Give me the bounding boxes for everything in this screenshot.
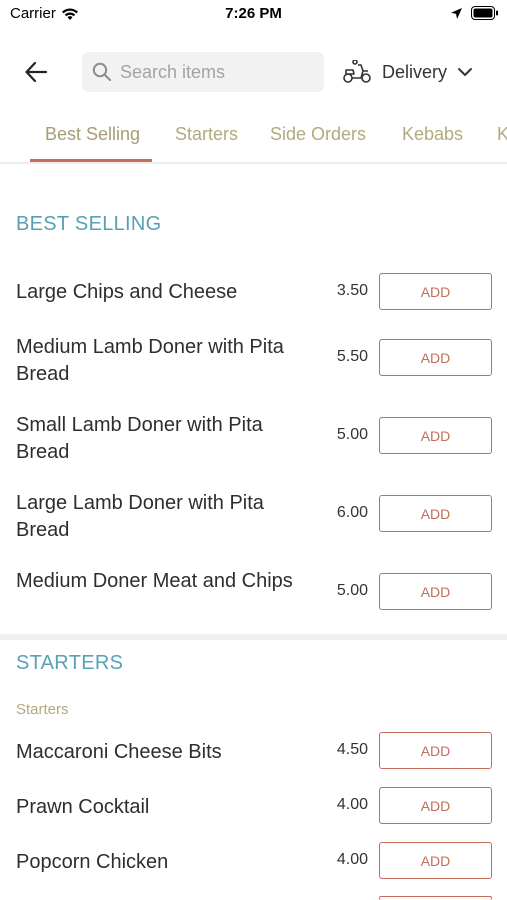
subcategory-label: Starters: [16, 701, 69, 718]
item-name: Small Lamb Doner with Pita Bread: [16, 414, 263, 463]
add-button[interactable]: ADD: [379, 495, 492, 532]
item-price: 3.50: [336, 282, 368, 299]
active-tab-indicator: [30, 159, 152, 162]
header: Delivery: [0, 50, 507, 94]
status-bar: Carrier 7:26 PM: [0, 0, 507, 28]
tab-best-selling[interactable]: Best Selling: [45, 124, 140, 145]
add-button[interactable]: ADD: [379, 573, 492, 610]
location-arrow-icon: [451, 7, 462, 19]
item-price: 4.50: [336, 741, 368, 758]
battery-icon: [471, 6, 498, 20]
item-name: Medium Doner Meat and Chips: [16, 570, 293, 592]
add-button[interactable]: ADD: [379, 787, 492, 824]
tab-side-orders[interactable]: Side Orders: [270, 124, 366, 145]
status-indicators: [450, 6, 499, 20]
section-divider: [0, 634, 507, 640]
add-button[interactable]: ADD: [379, 417, 492, 454]
tab-kebabs[interactable]: Kebabs: [402, 124, 463, 145]
search-input[interactable]: [120, 61, 310, 83]
item-name: Maccaroni Cheese Bits: [16, 741, 222, 763]
add-button[interactable]: ADD: [379, 842, 492, 879]
delivery-scooter-icon: [343, 60, 371, 83]
section-title-best-selling: BEST SELLING: [16, 213, 162, 235]
delivery-selector[interactable]: Delivery: [342, 52, 473, 92]
item-price: 5.50: [336, 348, 368, 365]
add-button[interactable]: ADD: [379, 339, 492, 376]
tab-next-partial[interactable]: K: [497, 124, 507, 145]
item-name: Medium Lamb Doner with Pita Bread: [16, 336, 284, 385]
search-icon: [92, 62, 112, 82]
tab-starters[interactable]: Starters: [175, 124, 238, 145]
clock: 7:26 PM: [225, 5, 282, 22]
item-price: 5.00: [336, 426, 368, 443]
section-title-starters: STARTERS: [16, 652, 124, 674]
back-button[interactable]: [20, 58, 52, 86]
search-box[interactable]: [82, 52, 324, 92]
add-button[interactable]: ADD: [379, 732, 492, 769]
chevron-down-icon: [458, 68, 473, 76]
item-name: Prawn Cocktail: [16, 796, 150, 818]
delivery-label: Delivery: [382, 61, 448, 82]
item-name: Popcorn Chicken: [16, 851, 169, 873]
item-price: 4.00: [336, 796, 368, 813]
category-tabs: Best Selling Starters Side Orders Kebabs…: [0, 112, 507, 164]
item-price: 5.00: [336, 582, 368, 599]
add-button[interactable]: ADD: [379, 273, 492, 310]
item-name: Large Chips and Cheese: [16, 281, 238, 303]
item-name: Large Lamb Doner with Pita Bread: [16, 492, 264, 541]
back-arrow-icon: [25, 61, 48, 83]
item-price: 6.00: [336, 504, 368, 521]
add-button-partial[interactable]: [379, 896, 492, 900]
item-price: 4.00: [336, 851, 368, 868]
